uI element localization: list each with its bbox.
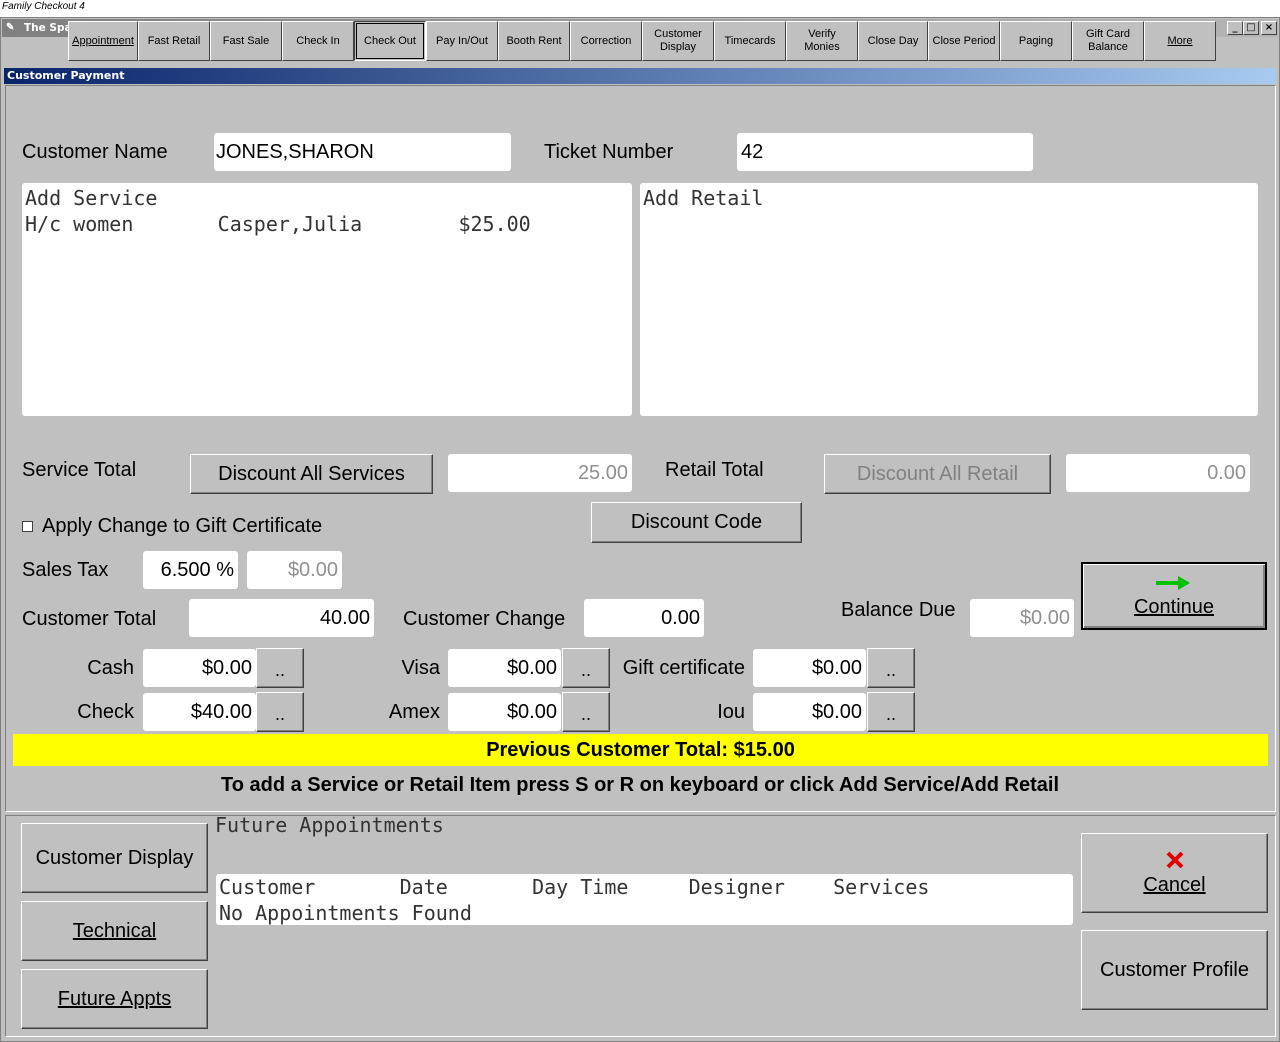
future-appointments-title: Future Appointments (215, 813, 444, 837)
retail-total-field: 0.00 (1066, 454, 1250, 492)
customer-name-field[interactable]: JONES,SHARON (214, 133, 511, 171)
discount-all-services-button[interactable]: Discount All Services (190, 454, 433, 494)
arrow-right-icon (1156, 574, 1192, 596)
fast-sale-button[interactable]: Fast Sale (210, 21, 282, 61)
continue-label: Continue (1133, 595, 1215, 618)
previous-customer-total-banner: Previous Customer Total: $15.00 (13, 734, 1268, 766)
service-total-label: Service Total (22, 459, 137, 481)
cash-label: Cash (87, 657, 134, 679)
more-button[interactable]: More (1144, 21, 1216, 61)
customer-change-label: Customer Change (403, 608, 566, 630)
maximize-button[interactable]: □ (1243, 21, 1259, 35)
timecards-button[interactable]: Timecards (714, 21, 786, 61)
check-field[interactable]: $40.00 (143, 693, 256, 731)
technical-button[interactable]: Technical (21, 901, 208, 961)
visa-field[interactable]: $0.00 (448, 649, 561, 687)
continue-button[interactable]: Continue (1081, 562, 1267, 630)
future-appts-button[interactable]: Future Appts (21, 969, 208, 1029)
cancel-button[interactable]: Cancel (1081, 833, 1268, 913)
sales-tax-rate-field[interactable]: 6.500 % (143, 551, 238, 589)
iou-more-button[interactable]: .. (867, 692, 915, 732)
amex-more-button[interactable]: .. (562, 692, 610, 732)
sales-tax-amount-field: $0.00 (247, 551, 342, 589)
check-out-button[interactable]: Check Out (354, 21, 426, 61)
balance-due-label: Balance Due (841, 599, 956, 621)
add-service-header[interactable]: Add Service (25, 185, 629, 211)
customer-change-field: 0.00 (584, 599, 704, 637)
window-caption: Family Checkout 4 (2, 1, 85, 12)
appointment-button[interactable]: Appointment (68, 21, 138, 61)
check-more-button[interactable]: .. (256, 692, 304, 732)
discount-all-retail-button[interactable]: Discount All Retail (824, 454, 1051, 494)
close-period-button[interactable]: Close Period (928, 21, 1000, 61)
pay-in-out-button[interactable]: Pay In/Out (426, 21, 498, 61)
gift-certificate-more-button[interactable]: .. (867, 648, 915, 688)
retail-list[interactable]: Add Retail (640, 183, 1258, 416)
minimize-button[interactable]: _ (1227, 21, 1243, 35)
check-label: Check (77, 701, 134, 723)
panel-title: Customer Payment (4, 68, 1276, 84)
visa-label: Visa (401, 657, 440, 679)
apply-gift-checkbox[interactable] (22, 521, 33, 532)
customer-total-field: 40.00 (189, 599, 374, 637)
cash-more-button[interactable]: .. (256, 648, 304, 688)
add-retail-header[interactable]: Add Retail (643, 185, 1255, 211)
paging-button[interactable]: Paging (1000, 21, 1072, 61)
ticket-number-field[interactable]: 42 (737, 133, 1033, 171)
customer-profile-button[interactable]: Customer Profile (1081, 930, 1268, 1010)
gift-card-balance-button[interactable]: Gift Card Balance (1072, 21, 1144, 61)
customer-name-label: Customer Name (22, 141, 168, 163)
amex-field[interactable]: $0.00 (448, 693, 561, 731)
service-total-field: 25.00 (448, 454, 632, 492)
correction-button[interactable]: Correction (570, 21, 642, 61)
future-appointments-list[interactable]: Customer Date Day Time Designer Services… (216, 874, 1073, 925)
check-in-button[interactable]: Check In (282, 21, 354, 61)
service-row[interactable]: H/c women Casper,Julia $25.00 (25, 211, 629, 237)
apply-gift-label: Apply Change to Gift Certificate (42, 515, 323, 537)
retail-total-label: Retail Total (665, 459, 764, 481)
close-button[interactable]: × (1261, 21, 1277, 35)
services-list[interactable]: Add Service H/c women Casper,Julia $25.00 (22, 183, 632, 416)
sales-tax-label: Sales Tax (22, 559, 109, 581)
gift-certificate-label: Gift certificate (622, 657, 745, 679)
verify-monies-button[interactable]: Verify Monies (786, 21, 858, 61)
balance-due-field: $0.00 (970, 599, 1074, 637)
app-icon: ✎ (6, 22, 15, 33)
discount-code-button[interactable]: Discount Code (591, 502, 802, 543)
cash-field[interactable]: $0.00 (143, 649, 256, 687)
ticket-number-label: Ticket Number (544, 141, 674, 163)
visa-more-button[interactable]: .. (562, 648, 610, 688)
iou-field[interactable]: $0.00 (753, 693, 866, 731)
booth-rent-button[interactable]: Booth Rent (498, 21, 570, 61)
gift-certificate-field[interactable]: $0.00 (753, 649, 866, 687)
keyboard-hint: To add a Service or Retail Item press S … (220, 774, 1060, 796)
amex-label: Amex (388, 701, 440, 723)
customer-total-label: Customer Total (22, 608, 157, 630)
fast-retail-button[interactable]: Fast Retail (138, 21, 210, 61)
iou-label: Iou (717, 701, 745, 723)
close-day-button[interactable]: Close Day (858, 21, 928, 61)
customer-display-button[interactable]: Customer Display (21, 823, 208, 893)
red-x-icon (1165, 850, 1185, 874)
appointments-header: Customer Date Day Time Designer Services (219, 875, 930, 899)
customer-display-toolbar-button[interactable]: Customer Display (642, 21, 714, 61)
cancel-label: Cancel (1143, 873, 1206, 896)
no-appointments-row: No Appointments Found (219, 901, 472, 925)
